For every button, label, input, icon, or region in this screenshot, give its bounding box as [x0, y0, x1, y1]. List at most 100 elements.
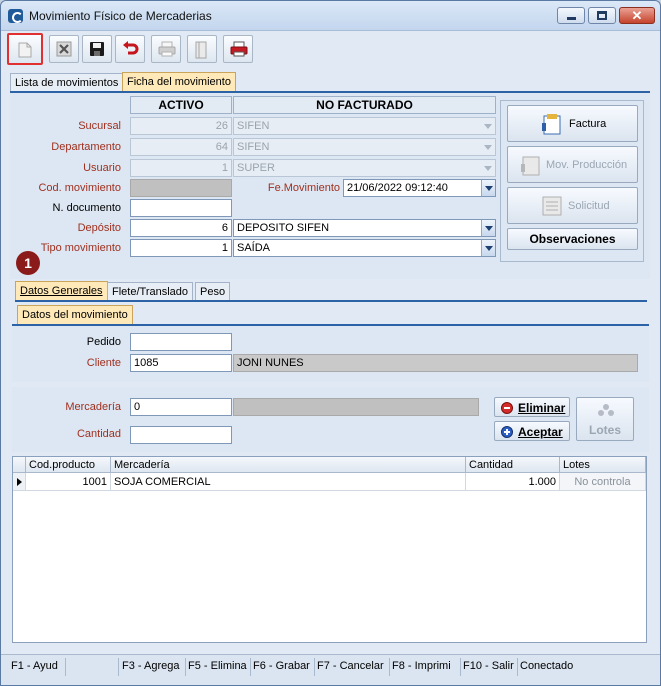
tab-flete-translado[interactable]: Flete/Translado: [107, 282, 194, 301]
departamento-label: Departamento: [51, 141, 121, 153]
solicitud-icon: [542, 196, 562, 216]
sucursal-name: SIFEN: [237, 120, 270, 132]
cantidad-label: Cantidad: [76, 428, 121, 440]
tab-datos-generales[interactable]: Datos Generales: [15, 281, 108, 301]
chevron-down-icon[interactable]: [481, 220, 495, 236]
status-f10: F10 - Salir: [463, 660, 514, 672]
departamento-name: SIFEN: [237, 141, 270, 153]
maximize-button[interactable]: [588, 7, 616, 24]
lotes-icon: [598, 404, 614, 416]
status-f5: F5 - Elimina: [188, 660, 247, 672]
deposito-name: DEPOSITO SIFEN: [237, 222, 330, 234]
tab-label: Datos Generales: [20, 285, 103, 297]
cell-cod-producto[interactable]: 1001: [26, 473, 111, 491]
header-panel: ACTIVO NO FACTURADO Sucursal 26 SIFEN De…: [10, 93, 650, 279]
aceptar-label: Aceptar: [518, 425, 563, 439]
item-entry-panel: Mercadería 0 Cantidad Eliminar Aceptar L…: [12, 387, 649, 452]
solicitud-label: Solicitud: [568, 200, 610, 212]
tab-ficha-movimiento[interactable]: Ficha del movimiento: [122, 72, 236, 92]
print-report-icon: [230, 41, 248, 57]
status-separator: [250, 658, 251, 676]
datos-panel: Pedido Cliente 1085 JONI NUNES: [12, 326, 649, 382]
deposito-select[interactable]: DEPOSITO SIFEN: [233, 219, 496, 237]
tipo-movimiento-code-input[interactable]: 1: [130, 239, 232, 257]
print-icon: [158, 41, 176, 57]
mercaderia-input[interactable]: 0: [130, 398, 232, 416]
main-window: Movimiento Físico de Mercaderias ✕ Lista…: [0, 0, 661, 686]
grid-header-cantidad[interactable]: Cantidad: [466, 457, 560, 473]
tab-lista-movimientos[interactable]: Lista de movimientos: [10, 73, 124, 92]
lotes-label: Lotes: [588, 423, 621, 437]
undo-button[interactable]: [115, 35, 145, 63]
delete-button[interactable]: [49, 35, 79, 63]
minimize-button[interactable]: [557, 7, 585, 24]
status-bar: F1 - Ayud F3 - Agrega F5 - Elimina F6 - …: [1, 654, 660, 685]
tab-label: Flete/Translado: [112, 286, 189, 298]
fe-movimiento-datepicker[interactable]: 21/06/2022 09:12:40: [343, 179, 496, 197]
cod-movimiento-field: [130, 179, 232, 197]
undo-icon: [123, 41, 139, 55]
mercaderia-label: Mercadería: [65, 401, 121, 413]
departamento-code-field: 64: [130, 138, 232, 156]
grid-header-mercaderia[interactable]: Mercadería: [111, 457, 466, 473]
status-f3: F3 - Agrega: [122, 660, 180, 672]
side-buttons-group: Factura Mov. Producción Solicitud Observ…: [500, 100, 644, 262]
cantidad-input[interactable]: [130, 426, 232, 444]
sucursal-select: SIFEN: [233, 117, 496, 135]
print-report-button[interactable]: [223, 35, 253, 63]
tab-datos-movimiento[interactable]: Datos del movimiento: [17, 305, 133, 325]
section-tabs: Datos del movimiento: [17, 305, 645, 325]
grid-indicator-header: [13, 457, 26, 473]
deposito-label: Depósito: [77, 222, 121, 234]
mov-produccion-button[interactable]: Mov. Producción: [507, 146, 638, 183]
billing-status-badge: NO FACTURADO: [233, 96, 496, 114]
eliminar-button[interactable]: Eliminar: [494, 397, 570, 417]
chevron-down-icon[interactable]: [481, 180, 495, 196]
status-separator: [389, 658, 390, 676]
grid-header-lotes[interactable]: Lotes: [560, 457, 646, 473]
status-f7: F7 - Cancelar: [317, 660, 384, 672]
cell-cantidad[interactable]: 1.000: [466, 473, 560, 491]
cell-mercaderia[interactable]: SOJA COMERCIAL: [111, 473, 466, 491]
factura-button[interactable]: Factura: [507, 105, 638, 142]
tipo-movimiento-name: SAÍDA: [237, 242, 271, 254]
save-button[interactable]: [82, 35, 112, 63]
step-badge: 1: [16, 251, 40, 275]
status-separator: [118, 658, 119, 676]
close-button[interactable]: ✕: [619, 7, 655, 24]
save-icon: [90, 42, 104, 56]
tab-label: Lista de movimientos: [15, 77, 119, 89]
n-documento-input[interactable]: [130, 199, 232, 217]
tab-label: Ficha del movimiento: [127, 76, 231, 88]
row-pointer-icon: [17, 478, 22, 486]
pedido-input[interactable]: [130, 333, 232, 351]
deposito-code-input[interactable]: 6: [130, 219, 232, 237]
book-button[interactable]: [187, 35, 217, 63]
lotes-button[interactable]: Lotes: [576, 397, 634, 441]
tipo-movimiento-select[interactable]: SAÍDA: [233, 239, 496, 257]
pedido-label: Pedido: [86, 336, 121, 348]
usuario-label: Usuario: [83, 162, 121, 174]
main-tabs: Lista de movimientos Ficha del movimient…: [10, 72, 650, 92]
chevron-down-icon: [481, 160, 495, 176]
grid-header-cod-producto[interactable]: Cod.producto: [26, 457, 111, 473]
aceptar-button[interactable]: Aceptar: [494, 421, 570, 441]
minus-icon: [501, 402, 513, 414]
status-separator: [460, 658, 461, 676]
chevron-down-icon: [481, 139, 495, 155]
tab-label: Peso: [200, 286, 226, 298]
usuario-select: SUPER: [233, 159, 496, 177]
title-bar: Movimiento Físico de Mercaderias ✕: [1, 1, 660, 31]
new-button[interactable]: [7, 33, 43, 65]
solicitud-button[interactable]: Solicitud: [507, 187, 638, 224]
items-grid[interactable]: Cod.producto Mercadería Cantidad Lotes 1…: [12, 456, 647, 643]
chevron-down-icon[interactable]: [481, 240, 495, 256]
print-button[interactable]: [151, 35, 181, 63]
cliente-code-input[interactable]: 1085: [130, 354, 232, 372]
cod-movimiento-label: Cod. movimiento: [38, 182, 121, 194]
tab-peso[interactable]: Peso: [195, 282, 231, 301]
observaciones-button[interactable]: Observaciones: [507, 228, 638, 250]
delete-icon: [56, 41, 72, 57]
cell-lotes[interactable]: No controla: [560, 473, 646, 491]
chevron-down-icon: [481, 118, 495, 134]
